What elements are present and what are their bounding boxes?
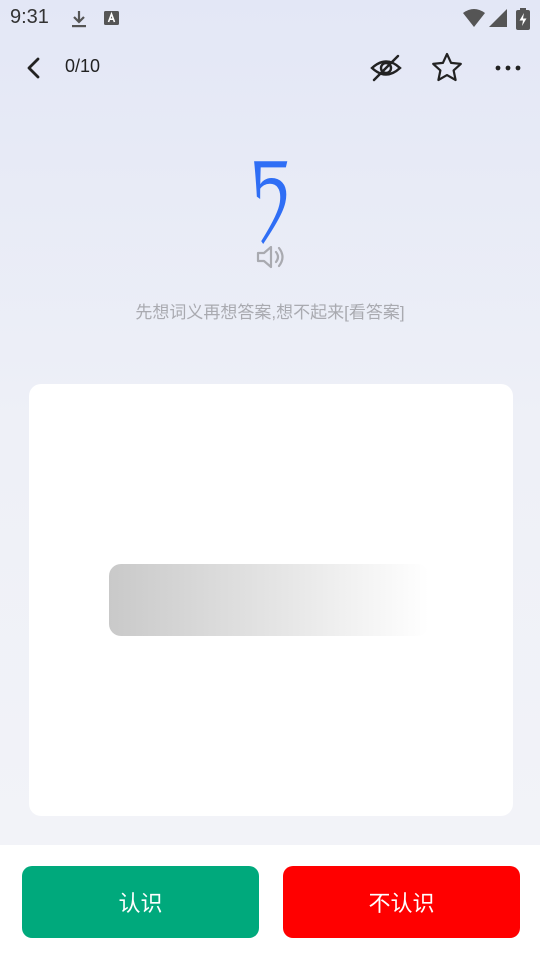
loading-placeholder [109, 564, 429, 636]
wifi-icon [463, 9, 485, 27]
bottom-action-bar: 认识 不认识 [0, 845, 540, 960]
battery-charging-icon [516, 8, 530, 30]
star-icon[interactable] [429, 50, 465, 86]
top-bar: 0/10 [0, 40, 540, 96]
download-icon [72, 11, 86, 28]
hint-text[interactable]: 先想词义再想答案,想不起来[看答案] [0, 298, 540, 323]
progress-counter: 0/10 [65, 56, 101, 76]
keyboard-a-icon [104, 11, 119, 25]
know-button[interactable]: 认识 [22, 866, 259, 938]
back-chevron-icon[interactable] [18, 52, 50, 84]
answer-card[interactable] [29, 384, 513, 816]
eye-off-icon[interactable] [368, 50, 404, 86]
signal-icon [489, 9, 507, 27]
speaker-icon[interactable] [254, 240, 288, 274]
more-horizontal-icon[interactable] [490, 50, 526, 86]
dont-know-button[interactable]: 不认识 [283, 866, 520, 938]
status-bar: 9:31 [0, 0, 540, 36]
word-display: ཏ [249, 143, 291, 227]
status-time: 9:31 [10, 6, 49, 28]
